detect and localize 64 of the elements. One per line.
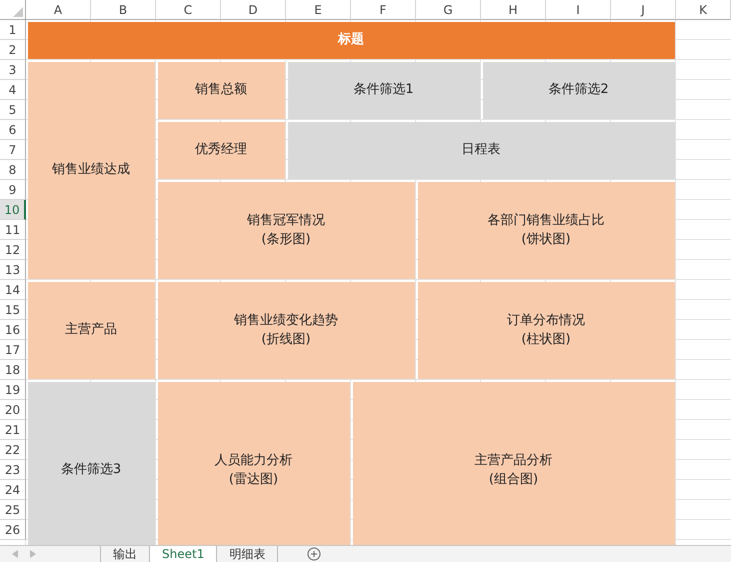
row-header[interactable]: 21 [0,420,26,440]
row-header[interactable]: 2 [0,40,26,60]
row-header[interactable]: 13 [0,260,26,280]
column-header[interactable]: K [676,0,731,20]
panel-subtitle: (雷达图) [228,471,278,489]
row-header[interactable]: 16 [0,320,26,340]
column-header[interactable]: J [611,0,676,20]
column-header[interactable]: A [26,0,91,20]
add-sheet-icon[interactable] [307,547,322,561]
row-header[interactable]: 26 [0,520,26,540]
sheet-tab[interactable]: Sheet1 [149,546,216,562]
column-header[interactable]: C [156,0,221,20]
panel-title: 销售业绩达成 [52,161,130,180]
banner-title: 标题 [338,31,364,50]
panel-title: 优秀经理 [195,141,247,160]
row-header[interactable]: 3 [0,60,26,80]
row-header[interactable]: 5 [0,100,26,120]
select-all-icon[interactable] [13,7,23,17]
row-header[interactable]: 17 [0,340,26,360]
panel-title: 人员能力分析 [214,452,292,470]
row-header[interactable]: 12 [0,240,26,260]
row-header[interactable]: 7 [0,140,26,160]
row-header[interactable]: 20 [0,400,26,420]
column-header[interactable]: D [221,0,286,20]
row-header[interactable]: 19 [0,380,26,400]
panel-title: 销售冠军情况 [247,212,325,230]
scroll-left-icon[interactable] [12,550,18,558]
sheet-tab[interactable]: 明细表 [216,546,278,562]
panel-title: 条件筛选1 [353,81,414,100]
panel-subtitle: (柱状图) [521,331,571,349]
panel-title: 销售总额 [195,81,247,100]
row-header[interactable]: 4 [0,80,26,100]
panel-title: 主营产品分析 [474,452,552,470]
panel-subtitle: (饼状图) [521,231,571,249]
column-header[interactable]: I [546,0,611,20]
column-header[interactable]: G [416,0,481,20]
row-header[interactable]: 23 [0,460,26,480]
column-header[interactable]: F [351,0,416,20]
column-header[interactable]: E [286,0,351,20]
panel-title: 条件筛选2 [548,81,609,100]
row-header[interactable]: 9 [0,180,26,200]
panel-title: 各部门销售业绩占比 [488,212,604,230]
panel-subtitle: (组合图) [488,471,538,489]
row-header[interactable]: 25 [0,500,26,520]
panel-subtitle: (条形图) [261,231,311,249]
column-header[interactable]: B [91,0,156,20]
row-header[interactable]: 22 [0,440,26,460]
panel-title: 条件筛选3 [60,461,122,480]
row-header[interactable]: 1 [0,20,26,40]
column-header[interactable]: H [481,0,546,20]
row-header[interactable]: 24 [0,480,26,500]
panel-title: 订单分布情况 [507,312,585,330]
row-header[interactable]: 18 [0,360,26,380]
panel-subtitle: (折线图) [261,331,311,349]
panel-title: 日程表 [462,141,500,160]
row-header[interactable]: 8 [0,160,26,180]
row-header[interactable]: 10 [0,200,26,220]
scroll-right-icon[interactable] [30,550,36,558]
row-header[interactable]: 6 [0,120,26,140]
row-header[interactable]: 15 [0,300,26,320]
panel-title: 主营产品 [65,321,117,340]
row-header[interactable]: 11 [0,220,26,240]
row-header[interactable]: 14 [0,280,26,300]
panel-title: 销售业绩变化趋势 [234,312,338,330]
